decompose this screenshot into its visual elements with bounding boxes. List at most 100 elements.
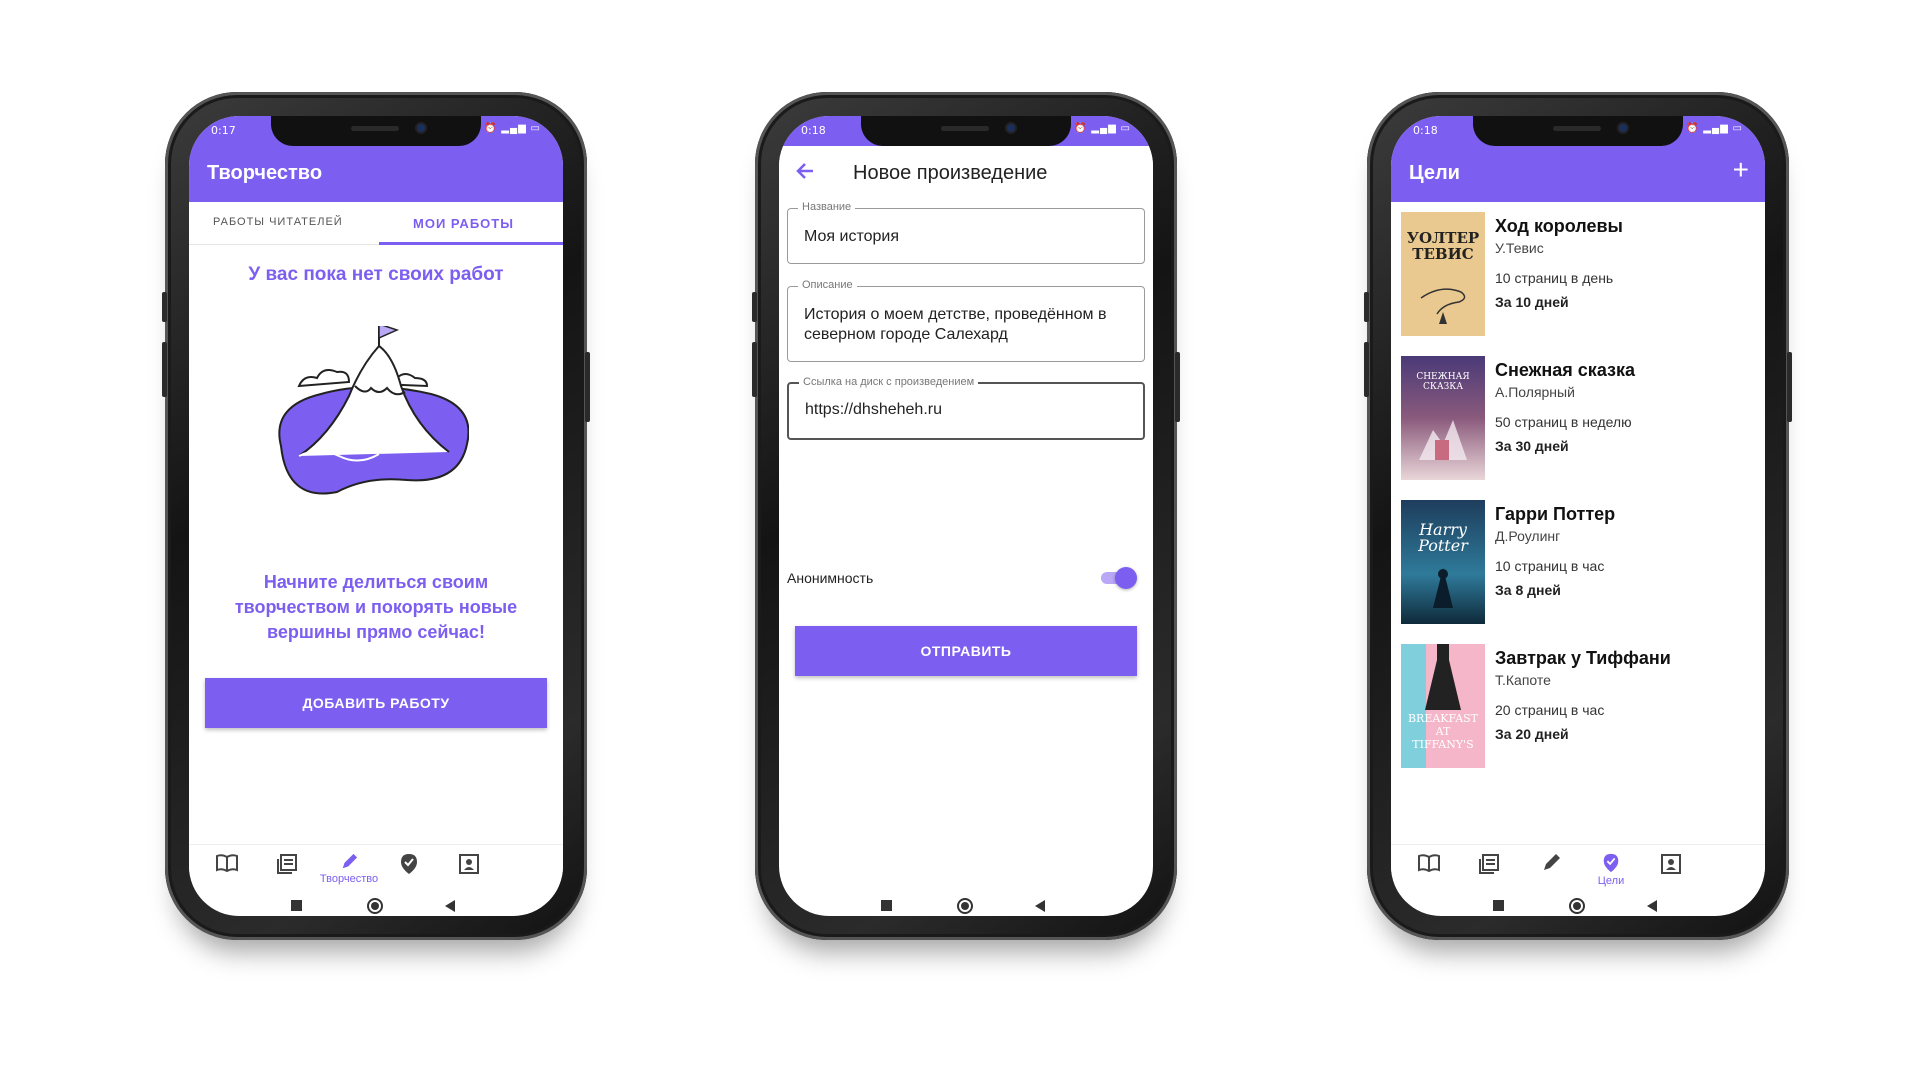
back-arrow-icon[interactable] bbox=[795, 160, 817, 182]
anonymity-row: Анонимность bbox=[787, 566, 1145, 590]
goal-item[interactable]: СНЕЖНАЯ СКАЗКА Снежная сказка А.Полярный… bbox=[1401, 356, 1755, 480]
reading-pace: 50 страниц в неделю bbox=[1495, 414, 1632, 430]
open-book-icon bbox=[1418, 854, 1440, 873]
link-field-value: https://dhsheheh.ru bbox=[805, 401, 942, 418]
reading-pace: 10 страниц в день bbox=[1495, 270, 1614, 286]
add-work-button[interactable]: ДОБАВИТЬ РАБОТУ bbox=[205, 678, 547, 728]
tab-readers-works[interactable]: РАБОТЫ ЧИТАТЕЛЕЙ bbox=[213, 216, 343, 228]
tab-bar: РАБОТЫ ЧИТАТЕЛЕЙ МОИ РАБОТЫ bbox=[189, 202, 563, 245]
phone-side-button bbox=[752, 342, 757, 397]
book-cover: СНЕЖНАЯ СКАЗКА bbox=[1401, 356, 1485, 480]
app-bar: Новое произведение bbox=[779, 146, 1153, 202]
book-author: А.Полярный bbox=[1495, 384, 1575, 400]
anonymity-label: Анонимность bbox=[787, 570, 874, 586]
status-time: 0:17 bbox=[211, 124, 236, 137]
nav-goals[interactable]: Цели bbox=[1581, 853, 1641, 887]
anonymity-toggle-knob[interactable] bbox=[1115, 567, 1137, 589]
back-icon[interactable] bbox=[1647, 900, 1657, 912]
hand-chess-illustration bbox=[1420, 288, 1466, 324]
page-title: Новое произведение bbox=[853, 162, 1048, 184]
goal-duration: За 30 дней bbox=[1495, 438, 1569, 454]
nav-creativity[interactable]: Творчество bbox=[319, 853, 379, 885]
book-cover: Harry Potter bbox=[1401, 500, 1485, 624]
goal-duration: За 10 дней bbox=[1495, 294, 1569, 310]
status-time: 0:18 bbox=[801, 124, 826, 137]
notch bbox=[861, 116, 1071, 146]
book-title: Снежная сказка bbox=[1495, 360, 1636, 380]
description-field-value: История о моем детстве, проведённом в се… bbox=[804, 306, 1107, 343]
goal-item[interactable]: BREAKFAST AT TIFFANY'S Завтрак у Тиффани… bbox=[1401, 644, 1755, 768]
nav-catalog[interactable] bbox=[1459, 853, 1519, 875]
app-bar: Цели + bbox=[1391, 146, 1765, 202]
reading-pace: 20 страниц в час bbox=[1495, 702, 1605, 718]
title-field-value: Моя история bbox=[804, 228, 899, 245]
description-field-label: Описание bbox=[798, 279, 857, 291]
call-to-action-text: Начните делиться своим творчеством и пок… bbox=[234, 572, 518, 642]
status-icons: ⏰ ▂▄▆ ▭ bbox=[1074, 123, 1131, 134]
home-icon[interactable] bbox=[1569, 898, 1585, 914]
add-goal-icon[interactable]: + bbox=[1733, 156, 1749, 184]
open-book-icon bbox=[216, 854, 238, 873]
goal-check-icon bbox=[1603, 853, 1619, 873]
book-title: Гарри Поттер bbox=[1495, 504, 1616, 524]
wizard-figure-illustration bbox=[1433, 568, 1453, 608]
phone-side-button bbox=[162, 292, 167, 322]
link-field[interactable]: Ссылка на диск с произведением https://d… bbox=[787, 376, 1145, 440]
submit-button[interactable]: ОТПРАВИТЬ bbox=[795, 626, 1137, 676]
page-title: Цели bbox=[1409, 162, 1460, 184]
goal-item[interactable]: УОЛТЕР ТЕВИС Ход королевы У.Тевис 10 стр… bbox=[1401, 212, 1755, 336]
link-field-label: Ссылка на диск с произведением bbox=[799, 376, 979, 388]
recent-apps-icon[interactable] bbox=[1493, 900, 1504, 911]
description-field[interactable]: Описание История о моем детстве, проведё… bbox=[787, 279, 1145, 362]
goal-duration: За 8 дней bbox=[1495, 582, 1561, 598]
profile-icon bbox=[459, 854, 479, 874]
mountain-illustration bbox=[278, 326, 469, 495]
recent-apps-icon[interactable] bbox=[881, 900, 892, 911]
title-field[interactable]: Название Моя история bbox=[787, 201, 1145, 264]
goal-item[interactable]: Harry Potter Гарри Поттер Д.Роулинг 10 с… bbox=[1401, 500, 1755, 624]
nav-goals[interactable] bbox=[379, 853, 439, 875]
nav-library[interactable] bbox=[197, 853, 257, 873]
system-nav bbox=[189, 898, 563, 916]
submit-button-label: ОТПРАВИТЬ bbox=[920, 643, 1012, 659]
nav-creativity[interactable] bbox=[1521, 853, 1581, 873]
nav-catalog[interactable] bbox=[257, 853, 317, 875]
recent-apps-icon[interactable] bbox=[291, 900, 302, 911]
phone-creativity: 0:17 ⏰ ▂▄▆ ▭ Творчество РАБОТЫ ЧИТАТЕЛЕЙ… bbox=[162, 92, 590, 940]
status-icons: ⏰ ▂▄▆ ▭ bbox=[1686, 123, 1743, 134]
pencil-icon bbox=[1544, 854, 1560, 870]
phone-side-button bbox=[1364, 292, 1369, 322]
empty-state-title: У вас пока нет своих работ bbox=[248, 264, 504, 285]
dress-illustration bbox=[1425, 644, 1461, 710]
page-title: Творчество bbox=[207, 162, 323, 184]
cover-title: СНЕЖНАЯ СКАЗКА bbox=[1416, 372, 1470, 392]
phone-side-button bbox=[752, 292, 757, 322]
back-icon[interactable] bbox=[1035, 900, 1045, 912]
nav-library[interactable] bbox=[1399, 853, 1459, 873]
add-work-button-label: ДОБАВИТЬ РАБОТУ bbox=[302, 695, 450, 711]
bottom-nav: Цели bbox=[1391, 844, 1765, 901]
screen: 0:17 ⏰ ▂▄▆ ▭ Творчество РАБОТЫ ЧИТАТЕЛЕЙ… bbox=[189, 116, 563, 916]
system-nav bbox=[779, 898, 1153, 916]
nav-profile[interactable] bbox=[1641, 853, 1701, 875]
book-author: Т.Капоте bbox=[1495, 672, 1551, 688]
cover-title: Harry Potter bbox=[1418, 520, 1468, 555]
phone-side-button bbox=[585, 352, 590, 422]
phone-side-button bbox=[162, 342, 167, 397]
system-nav bbox=[1391, 898, 1765, 916]
home-icon[interactable] bbox=[367, 898, 383, 914]
status-time: 0:18 bbox=[1413, 124, 1438, 137]
home-icon[interactable] bbox=[957, 898, 973, 914]
title-field-label: Название bbox=[798, 201, 856, 213]
reading-pace: 10 страниц в час bbox=[1495, 558, 1605, 574]
nav-profile[interactable] bbox=[439, 853, 499, 875]
goal-check-icon bbox=[401, 854, 417, 874]
profile-icon bbox=[1661, 854, 1681, 874]
phone-new-work: 0:18 ⏰ ▂▄▆ ▭ Новое произведение Название… bbox=[752, 92, 1180, 940]
cover-title: BREAKFAST AT TIFFANY'S bbox=[1407, 712, 1479, 751]
back-icon[interactable] bbox=[445, 900, 455, 912]
tab-my-works[interactable]: МОИ РАБОТЫ bbox=[413, 216, 514, 231]
cover-title: УОЛТЕР ТЕВИС bbox=[1406, 229, 1480, 263]
screen: 0:18 ⏰ ▂▄▆ ▭ Новое произведение Название… bbox=[779, 116, 1153, 916]
tab-indicator bbox=[379, 242, 563, 245]
